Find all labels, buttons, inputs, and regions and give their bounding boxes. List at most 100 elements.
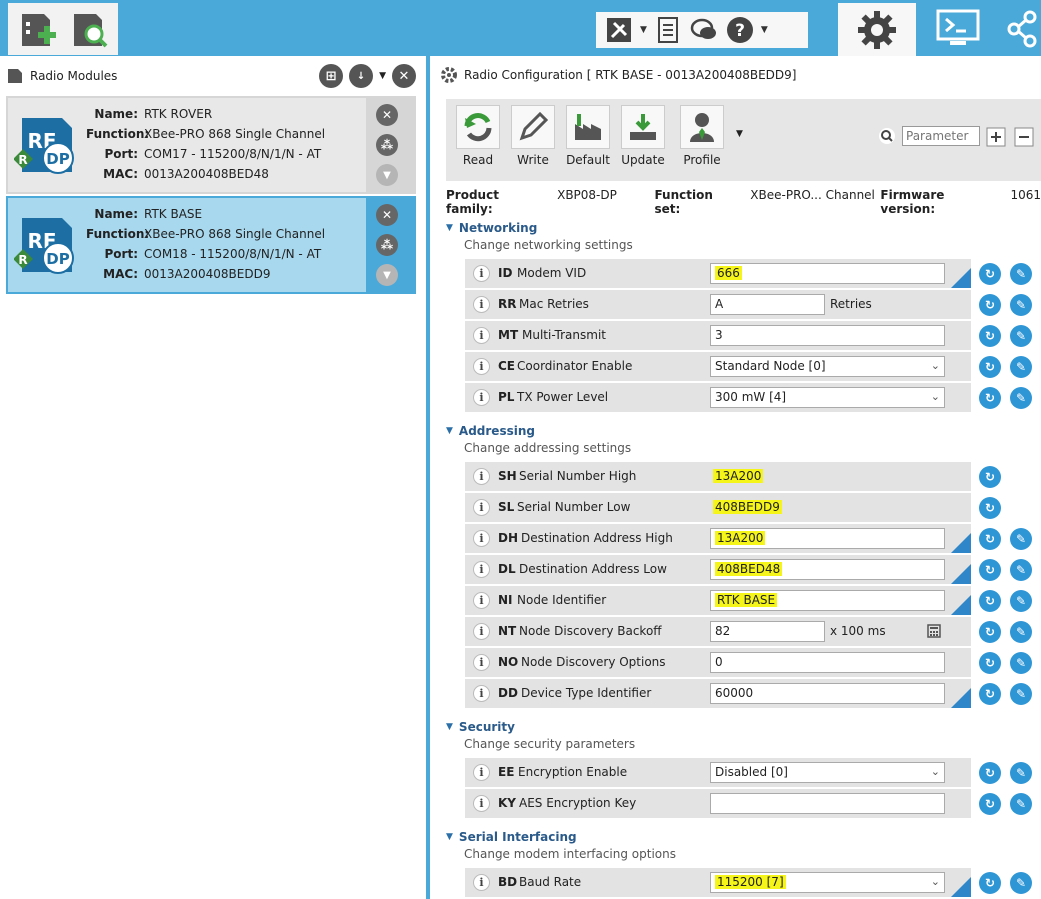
- write-param-icon[interactable]: ✎: [1010, 590, 1032, 612]
- read-button[interactable]: Read: [454, 105, 502, 167]
- calculator-icon[interactable]: [927, 624, 941, 638]
- info-icon[interactable]: i: [473, 265, 490, 282]
- document-icon[interactable]: [653, 15, 683, 45]
- configuration-mode-button[interactable]: [838, 3, 916, 56]
- info-icon[interactable]: i: [473, 530, 490, 547]
- read-param-icon[interactable]: ↻: [979, 466, 1001, 488]
- aes-encryption-key-input[interactable]: [710, 793, 945, 814]
- read-param-icon[interactable]: ↻: [979, 387, 1001, 409]
- node-identifier-input[interactable]: RTK BASE: [710, 590, 945, 611]
- chevron-down-icon[interactable]: ▼: [376, 264, 398, 286]
- discover-modules-button[interactable]: [66, 7, 112, 51]
- info-icon[interactable]: i: [473, 327, 490, 344]
- destination-address-high-input[interactable]: 13A200: [710, 528, 945, 549]
- info-icon[interactable]: i: [473, 561, 490, 578]
- read-param-icon[interactable]: ↻: [979, 559, 1001, 581]
- info-icon[interactable]: i: [473, 296, 490, 313]
- baud-rate-select[interactable]: 115200 [7] ⌄: [710, 872, 945, 893]
- collapse-arrow-icon[interactable]: ▼: [446, 832, 453, 842]
- tools-icon[interactable]: [604, 15, 634, 45]
- module-card-rtk-rover[interactable]: RF DP R Name: RTK ROVER Function: XBee-PRO…: [6, 96, 416, 194]
- profile-dropdown-icon[interactable]: ▼: [736, 129, 743, 139]
- chevron-down-icon[interactable]: ▼: [376, 164, 398, 186]
- chat-icon[interactable]: [689, 15, 719, 45]
- device-type-identifier-input[interactable]: 60000: [710, 683, 945, 704]
- write-param-icon[interactable]: ✎: [1010, 387, 1032, 409]
- write-param-icon[interactable]: ✎: [1010, 325, 1032, 347]
- update-button[interactable]: Update: [619, 105, 667, 167]
- info-icon[interactable]: i: [473, 623, 490, 640]
- tx-power-level-select[interactable]: 300 mW [4] ⌄: [710, 387, 945, 408]
- write-param-icon[interactable]: ✎: [1010, 263, 1032, 285]
- write-param-icon[interactable]: ✎: [1010, 294, 1032, 316]
- read-param-icon[interactable]: ↻: [979, 652, 1001, 674]
- info-icon[interactable]: i: [473, 874, 490, 891]
- write-param-icon[interactable]: ✎: [1010, 652, 1032, 674]
- collapse-arrow-icon[interactable]: ▼: [446, 223, 453, 233]
- info-icon[interactable]: i: [473, 654, 490, 671]
- network-mode-button[interactable]: [1004, 6, 1041, 52]
- info-icon[interactable]: i: [473, 685, 490, 702]
- write-param-icon[interactable]: ✎: [1010, 762, 1032, 784]
- node-discovery-backoff-input[interactable]: 82: [710, 621, 825, 642]
- sort-dropdown-icon[interactable]: ▼: [379, 71, 386, 81]
- add-module-button[interactable]: [14, 7, 60, 51]
- read-param-icon[interactable]: ↻: [979, 590, 1001, 612]
- read-param-icon[interactable]: ↻: [979, 263, 1001, 285]
- section-addressing[interactable]: ▼ Addressing Change addressing settings: [446, 424, 631, 455]
- close-icon[interactable]: ✕: [376, 104, 398, 126]
- close-icon[interactable]: ✕: [376, 204, 398, 226]
- info-icon[interactable]: i: [473, 592, 490, 609]
- profile-button[interactable]: Profile: [678, 105, 726, 167]
- collapse-arrow-icon[interactable]: ▼: [446, 426, 453, 436]
- coordinator-enable-select[interactable]: Standard Node [0] ⌄: [710, 356, 945, 377]
- section-networking[interactable]: ▼ Networking Change networking settings: [446, 221, 633, 252]
- default-button[interactable]: Default: [564, 105, 612, 167]
- write-param-icon[interactable]: ✎: [1010, 528, 1032, 550]
- read-param-icon[interactable]: ↻: [979, 683, 1001, 705]
- read-param-icon[interactable]: ↻: [979, 325, 1001, 347]
- write-param-icon[interactable]: ✎: [1010, 621, 1032, 643]
- read-param-icon[interactable]: ↻: [979, 356, 1001, 378]
- write-param-icon[interactable]: ✎: [1010, 872, 1032, 894]
- help-icon[interactable]: ?: [725, 15, 755, 45]
- tools-dropdown-icon[interactable]: ▼: [640, 25, 647, 35]
- read-param-icon[interactable]: ↻: [979, 621, 1001, 643]
- read-param-icon[interactable]: ↻: [979, 497, 1001, 519]
- info-icon[interactable]: i: [473, 358, 490, 375]
- info-icon[interactable]: i: [473, 764, 490, 781]
- info-icon[interactable]: i: [473, 795, 490, 812]
- network-icon[interactable]: ⁂: [376, 234, 398, 256]
- collapse-all-icon[interactable]: [1014, 125, 1036, 147]
- read-param-icon[interactable]: ↻: [979, 872, 1001, 894]
- info-icon[interactable]: i: [473, 499, 490, 516]
- remove-all-icon[interactable]: ✕: [392, 64, 416, 88]
- section-security[interactable]: ▼ Security Change security parameters: [446, 720, 635, 751]
- info-icon[interactable]: i: [473, 389, 490, 406]
- read-param-icon[interactable]: ↻: [979, 793, 1001, 815]
- write-param-icon[interactable]: ✎: [1010, 683, 1032, 705]
- write-param-icon[interactable]: ✎: [1010, 559, 1032, 581]
- module-card-rtk-base[interactable]: RF DP R Name: RTK BASE Function: XBee-PRO …: [6, 196, 416, 294]
- read-param-icon[interactable]: ↻: [979, 762, 1001, 784]
- section-serial-interfacing[interactable]: ▼ Serial Interfacing Change modem interfa…: [446, 830, 676, 861]
- write-param-icon[interactable]: ✎: [1010, 356, 1032, 378]
- help-dropdown-icon[interactable]: ▼: [761, 25, 768, 35]
- console-mode-button[interactable]: [928, 6, 988, 52]
- sort-icon[interactable]: ↓: [349, 64, 374, 88]
- read-param-icon[interactable]: ↻: [979, 294, 1001, 316]
- collapse-arrow-icon[interactable]: ▼: [446, 722, 453, 732]
- expand-all-icon[interactable]: [986, 125, 1008, 147]
- mac-retries-input[interactable]: A: [710, 294, 825, 315]
- group-icon[interactable]: ⊞: [319, 64, 344, 88]
- node-discovery-options-input[interactable]: 0: [710, 652, 945, 673]
- write-button[interactable]: Write: [509, 105, 557, 167]
- write-param-icon[interactable]: ✎: [1010, 793, 1032, 815]
- encryption-enable-select[interactable]: Disabled [0] ⌄: [710, 762, 945, 783]
- network-icon[interactable]: ⁂: [376, 134, 398, 156]
- modem-vid-input[interactable]: 666: [710, 263, 945, 284]
- destination-address-low-input[interactable]: 408BED48: [710, 559, 945, 580]
- parameter-search-input[interactable]: [902, 126, 980, 146]
- info-icon[interactable]: i: [473, 468, 490, 485]
- read-param-icon[interactable]: ↻: [979, 528, 1001, 550]
